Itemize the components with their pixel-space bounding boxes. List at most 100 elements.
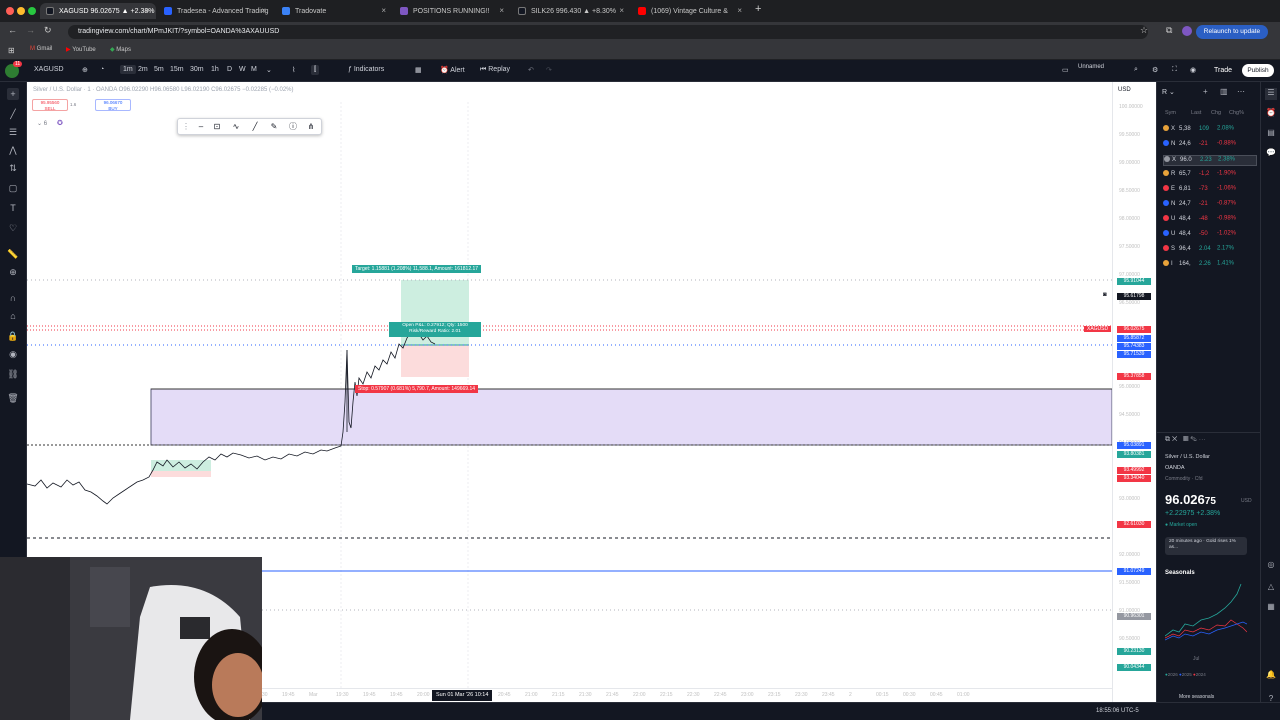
close-icon[interactable]: × (145, 6, 150, 15)
trade-button[interactable]: Trade (1212, 64, 1234, 77)
bookmark-maps[interactable]: ◆ Maps (110, 46, 131, 53)
apps-grid-icon[interactable]: ⊞ (8, 46, 15, 55)
layout-name[interactable]: Unnamed (1078, 64, 1104, 70)
trendline-tool-icon[interactable]: ╱ (7, 108, 19, 120)
watchlist-title[interactable]: R ⌄ (1162, 88, 1175, 96)
fullscreen-icon[interactable]: ⛶ (1172, 66, 1177, 74)
watchlist-icon[interactable]: ☰ (1265, 88, 1277, 100)
back-arrow-icon[interactable]: ← (8, 25, 17, 35)
data-window-icon[interactable]: ▤ (1265, 128, 1277, 140)
interval-m[interactable]: M (251, 66, 257, 73)
interval-5m[interactable]: 5m (154, 66, 164, 73)
link-icon[interactable]: ⛓ (7, 368, 19, 380)
ideas-icon[interactable]: △ (1265, 582, 1277, 594)
browser-tab-active[interactable]: XAGUSD 96.02675 ▲ +2.38% × (40, 3, 156, 19)
relaunch-button[interactable]: Relaunch to update (1196, 25, 1268, 39)
watchlist-row[interactable]: X 96.0 2.23 2.38% (1163, 155, 1257, 166)
browser-tab[interactable]: Tradovate × (276, 3, 392, 19)
target-label[interactable]: Target: 1.15881 (1.208%) 11,588.1, Amoun… (352, 265, 482, 273)
replay-button[interactable]: ⏮ Replay (480, 66, 510, 74)
target-icon[interactable]: ◎ (1265, 560, 1277, 572)
publish-button[interactable]: Publish (1242, 64, 1274, 77)
bar-style-icon[interactable]: ⫿ (311, 65, 320, 75)
ruler-tool-icon[interactable]: 📏 (7, 248, 19, 260)
pattern-tool-icon[interactable]: ⋀ (7, 144, 19, 156)
lock-drawings-icon[interactable]: ⌂ (7, 310, 19, 322)
close-window-dot[interactable] (6, 7, 14, 15)
stop-label[interactable]: Stop: 0.57907 (0.681%) 5,790.7, Amount: … (355, 385, 479, 393)
alert-button[interactable]: ⏰ Alert (440, 66, 465, 74)
eye-toggle-icon[interactable]: ◙ (1103, 292, 1107, 298)
shapes-tool-icon[interactable]: ▢ (7, 182, 19, 194)
magnet-icon[interactable]: ∩ (7, 292, 19, 304)
trash-icon[interactable]: 🗑 (7, 392, 19, 404)
more-seasonals-link[interactable]: More seasonals (1179, 694, 1214, 700)
interval-1m[interactable]: 1m (120, 65, 136, 74)
maximize-window-dot[interactable] (28, 7, 36, 15)
reload-icon[interactable]: ↻ (44, 25, 52, 36)
redo-icon[interactable]: ↷ (546, 66, 552, 74)
watchlist-row[interactable]: R 65,7 -1,2 -1.90% (1163, 170, 1257, 181)
interval-dropdown-icon[interactable]: ⌄ (266, 66, 272, 74)
calendar-icon[interactable]: ▦ (1265, 602, 1277, 614)
browser-tab[interactable]: SILK26 996.430 ▲ +8.30% × (512, 3, 630, 19)
indicators-button[interactable]: ƒ Indicators (348, 66, 384, 73)
forward-arrow-icon[interactable]: → (26, 25, 35, 35)
open-pnl-label[interactable]: Open P&L: 0.27912; Qty: 1500 Risk/Reward … (389, 322, 481, 337)
watchlist-row[interactable]: U 48,4 -48 -0.98% (1163, 215, 1257, 226)
compare-icon[interactable]: ◔ (100, 66, 104, 73)
profile-avatar[interactable] (1182, 26, 1192, 36)
bookmark-gmail[interactable]: M Gmail (30, 46, 52, 52)
watchlist-row[interactable]: N 24,7 -21 -0.87% (1163, 200, 1257, 211)
col-header-last[interactable]: Last (1191, 110, 1201, 116)
col-header-chg-pct[interactable]: Chg% (1229, 110, 1244, 116)
lock-icon[interactable]: 🔒 (7, 330, 19, 342)
templates-icon[interactable]: ▦ (415, 66, 422, 74)
bookmark-star-icon[interactable]: ☆ (1140, 25, 1148, 36)
advanced-view-icon[interactable]: ▥ (1220, 87, 1228, 96)
symbol-search[interactable]: XAGUSD (34, 66, 64, 73)
bookmark-youtube[interactable]: ▶ YouTube (66, 46, 96, 53)
watchlist-row[interactable]: N 24,6 -21 -0.88% (1163, 140, 1257, 151)
news-card[interactable]: 20 minutes ago · Gold rises 1% as... (1165, 537, 1247, 555)
browser-tab[interactable]: (1069) Vintage Culture & × (632, 3, 748, 19)
minimize-window-dot[interactable] (17, 7, 25, 15)
snapshot-camera-icon[interactable]: ◉ (1190, 66, 1196, 74)
watchlist-row[interactable]: S 96,4 2.04 2.17% (1163, 245, 1257, 256)
forecast-tool-icon[interactable]: ⇅ (7, 162, 19, 174)
more-dots-icon[interactable]: ⋯ (1237, 87, 1245, 96)
interval-d[interactable]: D (227, 66, 232, 73)
new-tab-plus-icon[interactable]: + (755, 3, 761, 15)
add-symbol-icon[interactable]: ⊕ (82, 66, 88, 74)
interval-2m[interactable]: 2m (138, 66, 148, 73)
interval-w[interactable]: W (239, 66, 246, 73)
close-icon[interactable]: × (737, 6, 742, 15)
close-icon[interactable]: × (261, 6, 266, 15)
browser-tab[interactable]: POSITIONS RUNNING!! × (394, 3, 510, 19)
close-icon[interactable]: × (499, 6, 504, 15)
col-header-chg[interactable]: Chg (1211, 110, 1221, 116)
price-scale[interactable]: USD 100.00000 99.50000 99.00000 98.50000… (1112, 82, 1156, 702)
add-symbol-plus-icon[interactable]: + (1203, 87, 1208, 96)
col-header-sym[interactable]: Sym (1165, 110, 1176, 116)
crosshair-tool-icon[interactable]: + (7, 88, 19, 100)
interval-1h[interactable]: 1h (211, 66, 219, 73)
extensions-icon[interactable]: ⧉ (1166, 25, 1172, 36)
interval-15m[interactable]: 15m (170, 66, 184, 73)
chat-icon[interactable]: 💬 (1265, 148, 1277, 160)
chart-type-icon[interactable]: ⌇ (292, 66, 295, 74)
watchlist-row[interactable]: X 5,38 109 2.08% (1163, 125, 1257, 136)
fib-tool-icon[interactable]: ☰ (7, 126, 19, 138)
heart-icon[interactable]: ♡ (7, 222, 19, 234)
undo-icon[interactable]: ↶ (528, 66, 534, 74)
settings-gear-icon[interactable]: ⚙ (1152, 66, 1158, 74)
text-tool-icon[interactable]: T (7, 202, 19, 214)
watchlist-row[interactable]: U 48,4 -50 -1.02% (1163, 230, 1257, 241)
zoom-in-icon[interactable]: ⊕ (7, 266, 19, 278)
interval-30m[interactable]: 30m (190, 66, 204, 73)
search-icon[interactable]: ⌕ (1134, 66, 1138, 74)
alerts-icon[interactable]: ⏰ (1265, 108, 1277, 120)
eye-icon[interactable]: ◉ (7, 348, 19, 360)
watchlist-row[interactable]: E 6,81 -73 -1.06% (1163, 185, 1257, 196)
browser-tab[interactable]: Tradesea - Advanced Trading × (158, 3, 272, 19)
